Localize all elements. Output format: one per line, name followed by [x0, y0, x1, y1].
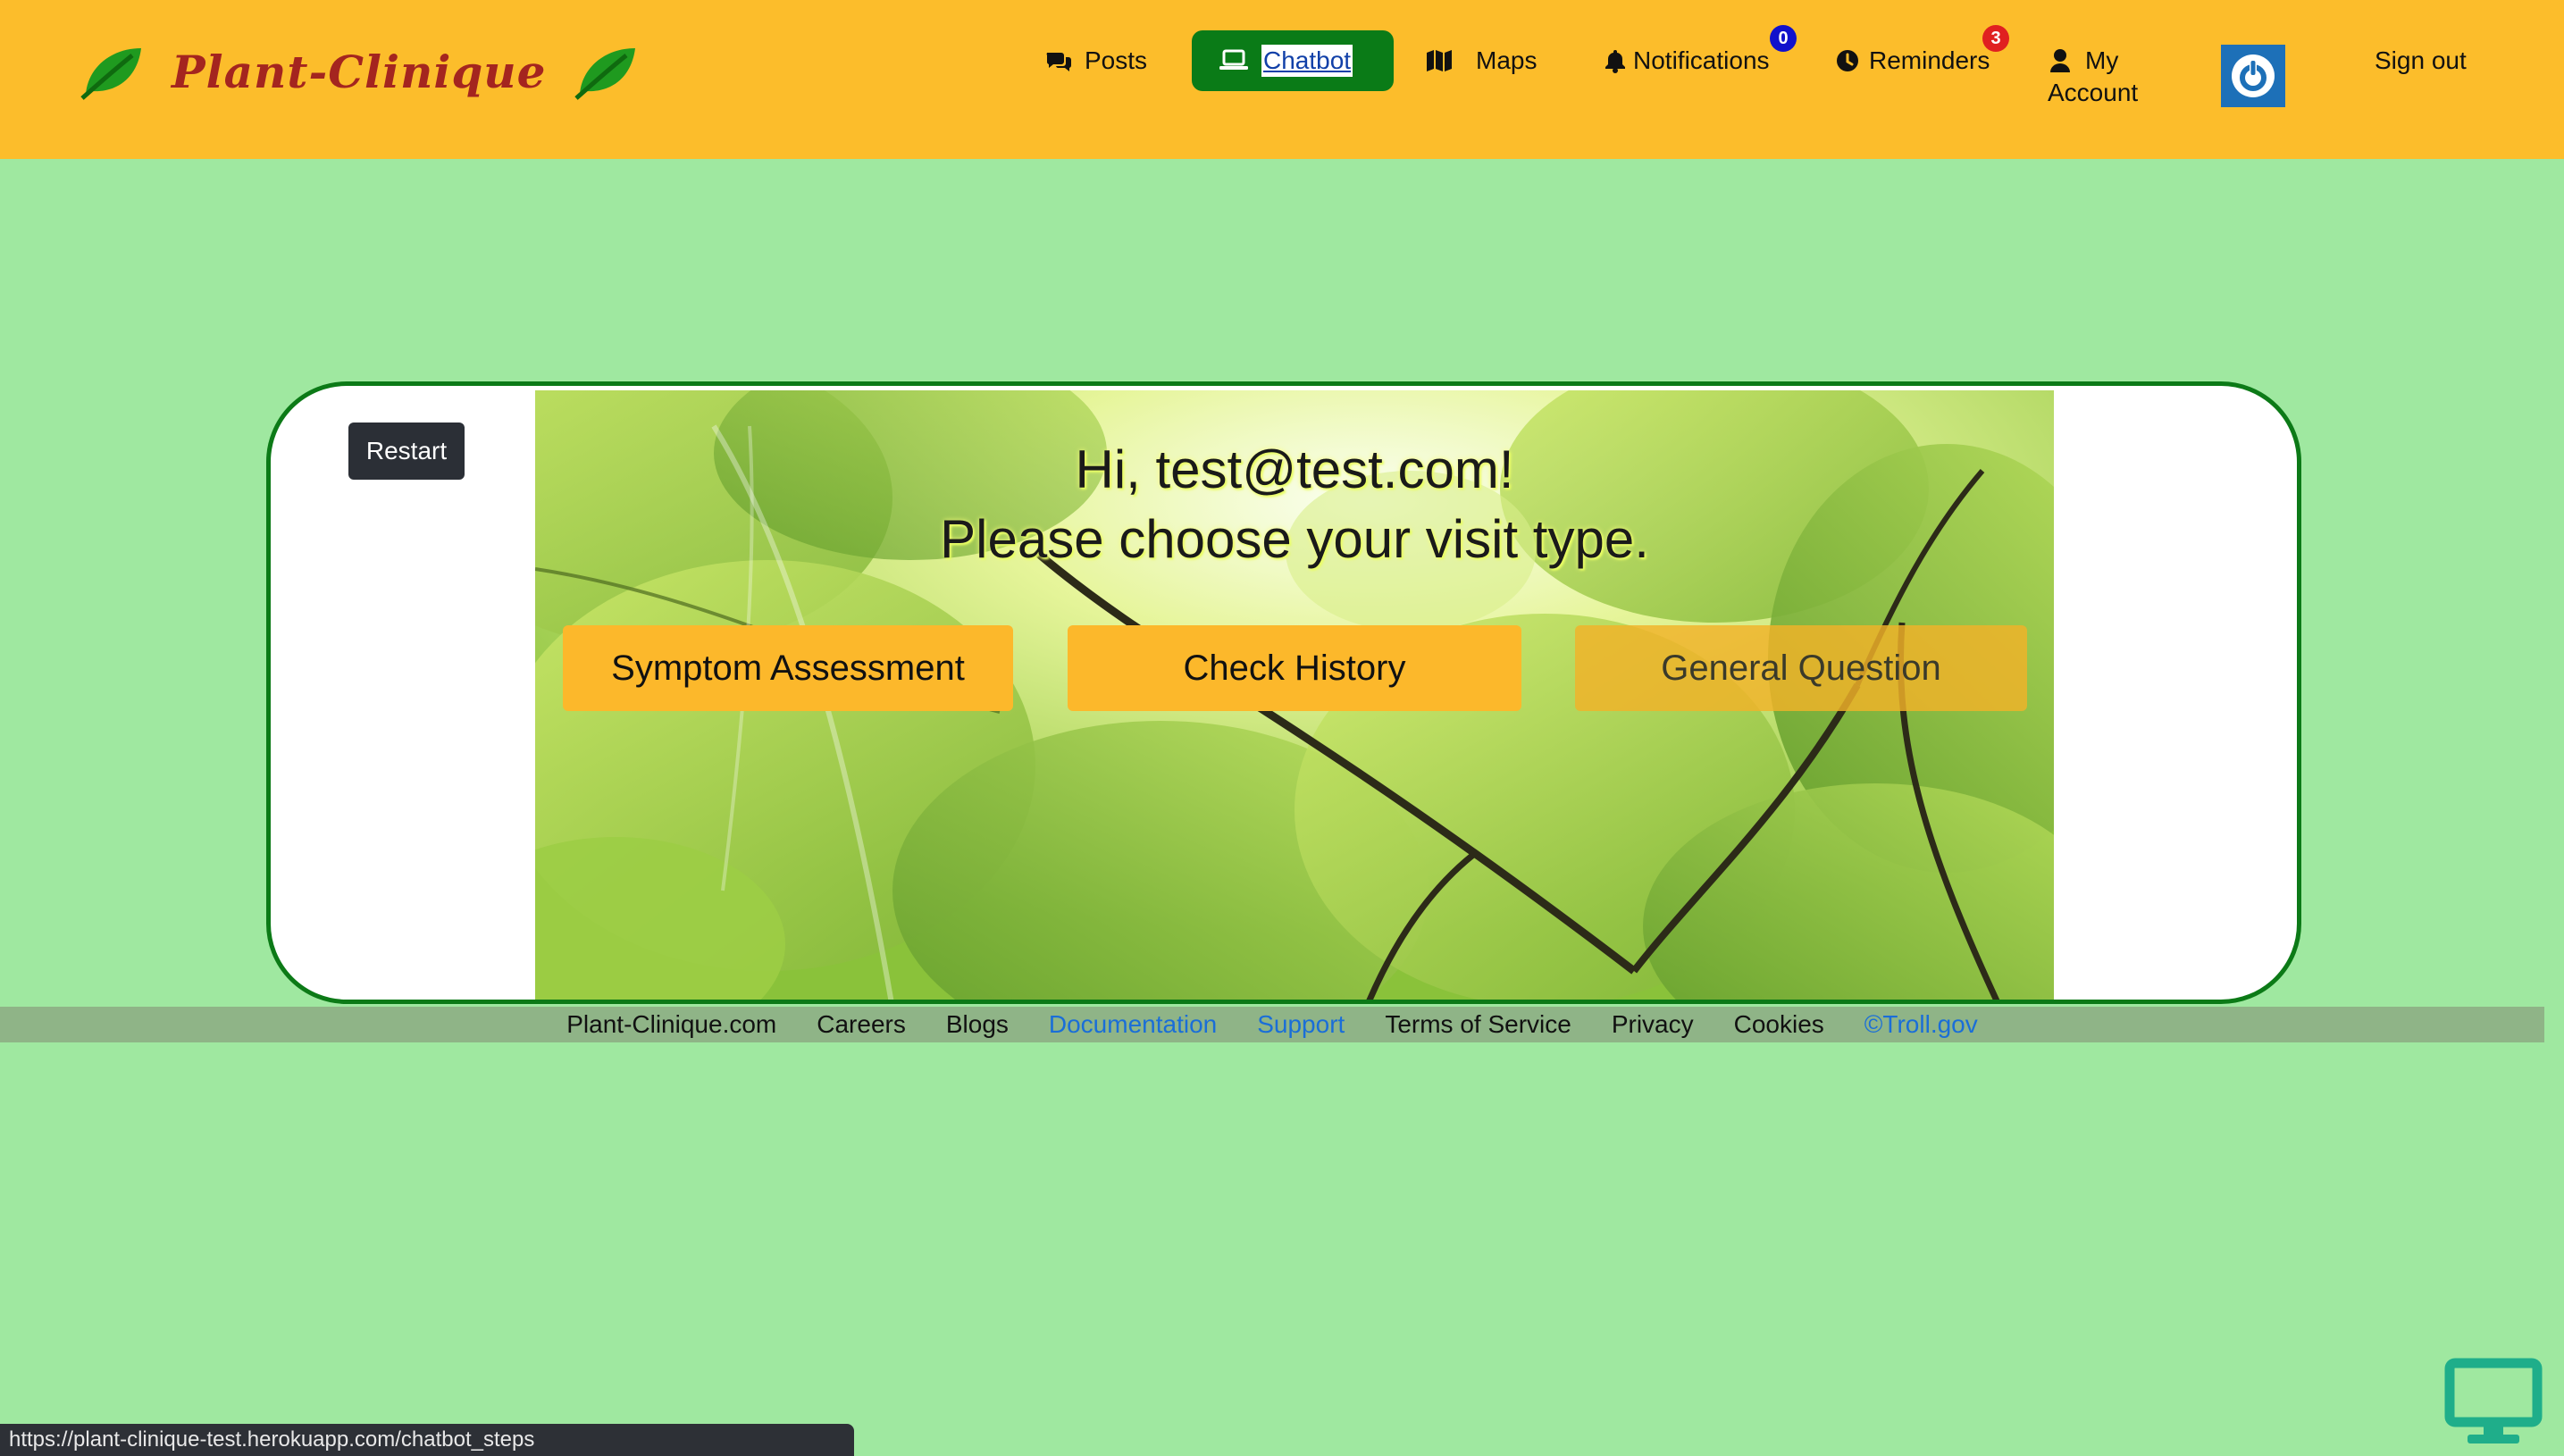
nav-sign-out[interactable]: Sign out [2375, 45, 2467, 77]
comments-icon [1046, 53, 1072, 71]
footer-link-home[interactable]: Plant-Clinique.com [566, 1010, 776, 1039]
nav-reminders[interactable]: Reminders [1835, 45, 1990, 77]
nav-chatbot[interactable]: Chatbot [1192, 30, 1395, 91]
nav-notifications-label: Notifications [1633, 46, 1770, 74]
footer-links: Plant-Clinique.com Careers Blogs Documen… [0, 1007, 2544, 1042]
check-history-button[interactable]: Check History [1068, 625, 1521, 711]
nav-account-line1: My [2085, 46, 2119, 74]
power-icon [2232, 54, 2275, 97]
greeting-line-1: Hi, test@test.com! [1075, 439, 1514, 499]
footer-link-copyright[interactable]: ©Troll.gov [1864, 1010, 1978, 1039]
footer-link-cookies[interactable]: Cookies [1734, 1010, 1824, 1039]
footer-link-support[interactable]: Support [1257, 1010, 1345, 1039]
power-button[interactable] [2221, 45, 2285, 107]
browser-status-url: https://plant-clinique-test.herokuapp.co… [0, 1424, 854, 1456]
bell-icon [1605, 50, 1625, 73]
nav-posts[interactable]: Posts [1045, 45, 1147, 77]
nav-account-line2: Account [2048, 79, 2139, 106]
footer-link-careers[interactable]: Careers [817, 1010, 906, 1039]
footer-link-terms[interactable]: Terms of Service [1385, 1010, 1571, 1039]
leaf-icon [80, 48, 141, 100]
greeting-line-2: Please choose your visit type. [940, 509, 1649, 569]
general-question-button[interactable]: General Question [1575, 625, 2027, 711]
brand-name: Plant-Clinique [172, 45, 547, 98]
nav-posts-label: Posts [1085, 46, 1148, 74]
footer-link-documentation[interactable]: Documentation [1049, 1010, 1217, 1039]
nav-notifications[interactable]: Notifications [1605, 45, 1770, 77]
nav-maps[interactable]: Maps [1426, 45, 1537, 77]
clock-icon [1837, 50, 1858, 71]
nav-maps-label: Maps [1476, 46, 1538, 74]
restart-button[interactable]: Restart [348, 423, 465, 480]
symptom-assessment-button[interactable]: Symptom Assessment [563, 625, 1013, 711]
footer-link-privacy[interactable]: Privacy [1612, 1010, 1694, 1039]
notifications-count-badge: 0 [1770, 25, 1797, 52]
nav-reminders-label: Reminders [1869, 46, 1990, 74]
leaf-icon [574, 48, 636, 100]
brand-logo[interactable]: Plant-Clinique [79, 36, 639, 107]
monitor-icon[interactable] [2444, 1358, 2543, 1447]
map-icon [1427, 50, 1452, 71]
footer-link-blogs[interactable]: Blogs [946, 1010, 1009, 1039]
top-navbar: Plant-Clinique Posts Chatbot Maps Notifi… [0, 0, 2564, 159]
chatbot-card: Restart Hi, test@test.com! Please choose… [266, 381, 2301, 1004]
nav-chatbot-label: Chatbot [1261, 45, 1353, 77]
nav-my-account[interactable]: My Account [2048, 45, 2139, 109]
laptop-icon [1219, 49, 1248, 70]
greeting-text: Hi, test@test.com! Please choose your vi… [535, 435, 2054, 574]
reminders-count-badge: 3 [1982, 25, 2009, 52]
nav-sign-out-label: Sign out [2375, 46, 2467, 74]
